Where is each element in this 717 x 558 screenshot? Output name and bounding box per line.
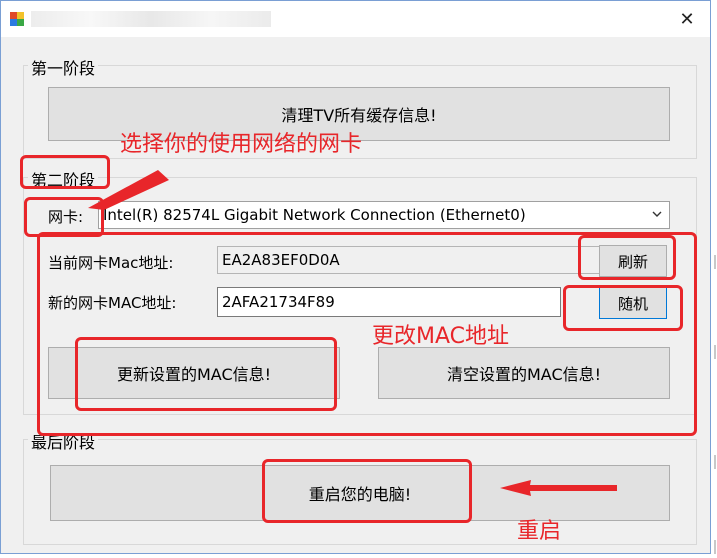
arrow-to-restart-button (500, 480, 617, 496)
arrow-to-nic-label (88, 170, 169, 210)
annotation-arrows (88, 170, 617, 496)
